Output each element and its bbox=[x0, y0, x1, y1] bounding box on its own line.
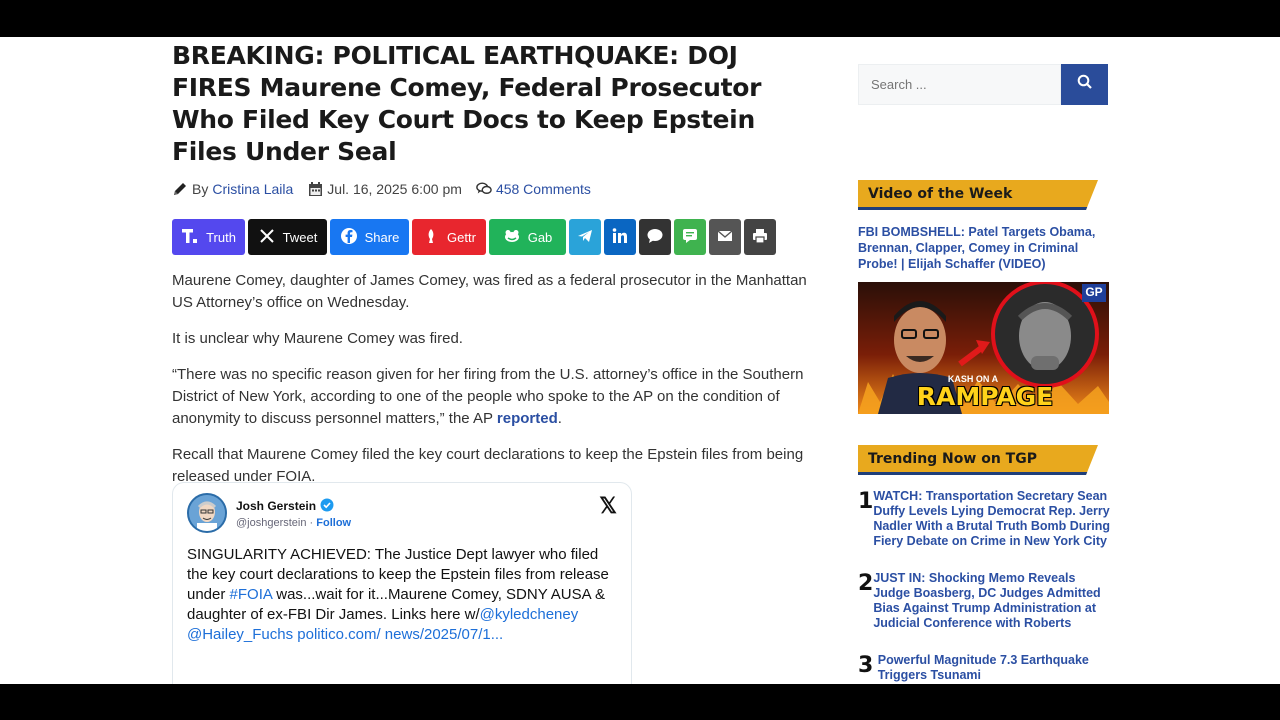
letterbox-top bbox=[0, 0, 1280, 37]
share-truth-button[interactable]: Truth bbox=[172, 219, 245, 255]
gab-frog-icon bbox=[503, 227, 521, 248]
verified-badge-icon bbox=[320, 498, 334, 515]
telegram-icon bbox=[576, 227, 594, 248]
gp-badge: GP bbox=[1085, 285, 1103, 299]
tweet-handle[interactable]: @joshgerstein bbox=[236, 517, 306, 529]
search-icon bbox=[1077, 74, 1093, 95]
trending-item[interactable]: 1 WATCH: Transportation Secretary Sean D… bbox=[858, 489, 1110, 549]
avatar[interactable] bbox=[187, 493, 227, 533]
search-form bbox=[858, 64, 1108, 105]
publish-date: Jul. 16, 2025 6:00 pm bbox=[327, 181, 462, 197]
article: BREAKING: POLITICAL EARTHQUAKE: DOJ FIRE… bbox=[172, 37, 822, 684]
trending-link[interactable]: Powerful Magnitude 7.3 Earthquake Trigge… bbox=[878, 653, 1110, 683]
trending-item[interactable]: 2 JUST IN: Shocking Memo Reveals Judge B… bbox=[858, 571, 1110, 631]
trending-number: 2 bbox=[858, 571, 874, 596]
video-title-link[interactable]: FBI BOMBSHELL: Patel Targets Obama, Bren… bbox=[858, 224, 1108, 272]
paragraph-1: Maurene Comey, daughter of James Comey, … bbox=[172, 272, 807, 311]
pencil-icon bbox=[172, 181, 188, 197]
share-tweet-button[interactable]: Tweet bbox=[248, 219, 327, 255]
share-bar: Truth Tweet Share Gettr Gab bbox=[172, 219, 822, 255]
trending-number: 1 bbox=[858, 489, 874, 514]
video-thumbnail[interactable]: GP KASH ON A RAMPAGE bbox=[858, 282, 1109, 414]
tweet-text: SINGULARITY ACHIEVED: The Justice Dept l… bbox=[187, 546, 609, 643]
calendar-icon bbox=[307, 181, 323, 197]
facebook-icon bbox=[340, 227, 358, 248]
mention-link[interactable]: @Hailey_Fuchs bbox=[187, 626, 293, 643]
share-facebook-button[interactable]: Share bbox=[330, 219, 409, 255]
speech-bubble-icon bbox=[646, 227, 664, 248]
comments-icon bbox=[476, 181, 492, 197]
share-email-button[interactable] bbox=[709, 219, 741, 255]
follow-link[interactable]: Follow bbox=[316, 517, 351, 529]
mention-link[interactable]: @kyledcheney bbox=[480, 606, 579, 623]
printer-icon bbox=[751, 227, 769, 248]
search-button[interactable] bbox=[1061, 64, 1108, 105]
share-gab-button[interactable]: Gab bbox=[489, 219, 566, 255]
article-title: BREAKING: POLITICAL EARTHQUAKE: DOJ FIRE… bbox=[172, 41, 762, 166]
x-logo-icon[interactable]: 𝕏 bbox=[599, 493, 617, 519]
share-print-button[interactable] bbox=[744, 219, 776, 255]
author-link[interactable]: Cristina Laila bbox=[212, 181, 293, 197]
url-link[interactable]: politico.com/ news/2025/07/1... bbox=[293, 626, 503, 643]
truth-social-icon bbox=[181, 227, 199, 248]
reported-link[interactable]: reported bbox=[497, 410, 558, 427]
gettr-icon bbox=[422, 227, 440, 248]
share-comment-button[interactable] bbox=[639, 219, 671, 255]
trending-link[interactable]: JUST IN: Shocking Memo Reveals Judge Boa… bbox=[873, 571, 1110, 631]
thumb-caption-big: RAMPAGE bbox=[916, 382, 1054, 411]
tweet-author-name[interactable]: Josh Gerstein bbox=[236, 499, 316, 513]
by-label: By bbox=[192, 181, 209, 197]
share-telegram-button[interactable] bbox=[569, 219, 601, 255]
paragraph-3: “There was no specific reason given for … bbox=[172, 366, 804, 427]
share-linkedin-button[interactable] bbox=[604, 219, 636, 255]
share-sms-button[interactable] bbox=[674, 219, 706, 255]
browser-page: BREAKING: POLITICAL EARTHQUAKE: DOJ FIRE… bbox=[0, 37, 1280, 684]
hashtag-link[interactable]: #FOIA bbox=[230, 586, 273, 603]
x-icon bbox=[258, 227, 276, 248]
trending-link[interactable]: WATCH: Transportation Secretary Sean Duf… bbox=[873, 489, 1110, 549]
letterbox-bottom bbox=[0, 684, 1280, 720]
trending-number: 3 bbox=[858, 653, 874, 678]
envelope-icon bbox=[716, 227, 734, 248]
search-input[interactable] bbox=[858, 64, 1061, 105]
comments-link[interactable]: 458 Comments bbox=[496, 181, 591, 197]
trending-heading: Trending Now on TGP bbox=[858, 445, 1098, 475]
share-gettr-button[interactable]: Gettr bbox=[412, 219, 486, 255]
sms-icon bbox=[681, 227, 699, 248]
paragraph-2: It is unclear why Maurene Comey was fire… bbox=[172, 330, 463, 347]
video-of-week-heading: Video of the Week bbox=[858, 180, 1098, 210]
embedded-tweet: Josh Gerstein @joshgerstein · Follow 𝕏 S… bbox=[172, 482, 632, 684]
linkedin-icon bbox=[611, 227, 629, 248]
article-meta: By Cristina Laila Jul. 16, 2025 6:00 pm … bbox=[172, 179, 822, 199]
trending-item[interactable]: 3 Powerful Magnitude 7.3 Earthquake Trig… bbox=[858, 653, 1110, 683]
